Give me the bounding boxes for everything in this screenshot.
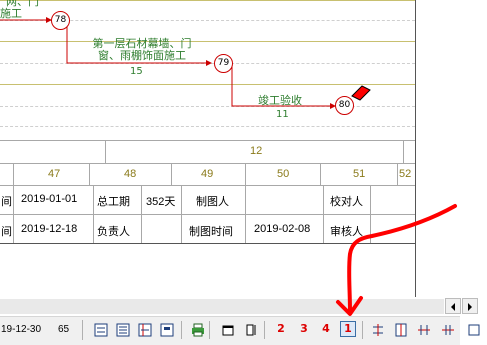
annotation-arrow [336,204,457,316]
